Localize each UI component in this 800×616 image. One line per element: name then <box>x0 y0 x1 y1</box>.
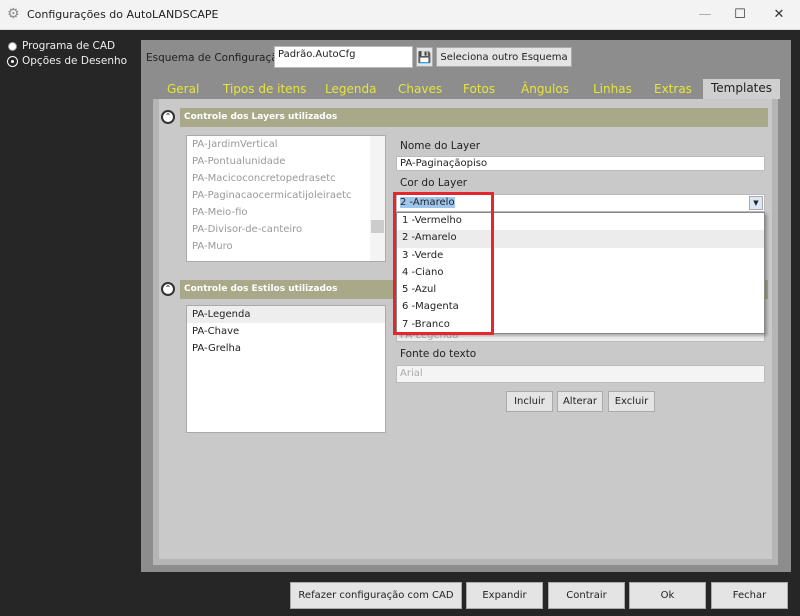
font-label: Fonte do texto <box>400 348 477 360</box>
maximize-button[interactable]: ☐ <box>725 4 755 26</box>
scheme-input[interactable]: Padrão.AutoCfg <box>274 46 413 68</box>
include-button[interactable]: Incluir <box>506 391 553 412</box>
radio-programa-cad[interactable]: Programa de CAD <box>8 40 115 52</box>
tab-geral[interactable]: Geral <box>167 82 199 96</box>
radio-opcoes-desenho[interactable]: Opções de Desenho <box>8 55 127 67</box>
list-item[interactable]: PA-JardimVertical <box>187 136 385 153</box>
tab-extras[interactable]: Extras <box>654 82 692 96</box>
collapse-chevron-icon[interactable]: ⌃ <box>161 110 175 124</box>
highlight-box <box>393 192 494 335</box>
save-icon[interactable]: 💾 <box>416 47 433 67</box>
styles-list[interactable]: PA-Legenda PA-Chave PA-Grelha <box>186 305 386 433</box>
chevron-down-icon[interactable]: ▼ <box>749 196 763 210</box>
list-item[interactable]: PA-Macicoconcretopedrasetc <box>187 170 385 187</box>
radio-label: Programa de CAD <box>22 40 116 52</box>
list-item[interactable]: PA-Muro <box>187 238 385 255</box>
radio-icon[interactable] <box>8 41 17 51</box>
list-item[interactable]: PA-Meio-fio <box>187 204 385 221</box>
list-item[interactable]: PA-Chave <box>187 323 385 340</box>
layers-list[interactable]: PA-JardimVertical PA-Pontualunidade PA-M… <box>186 135 386 262</box>
title-bar: ⚙ Configurações do AutoLANDSCAPE — ☐ ✕ <box>0 0 800 30</box>
list-item[interactable]: PA-Divisor-de-canteiro <box>187 221 385 238</box>
minimize-button[interactable]: — <box>690 4 720 26</box>
redo-config-button[interactable]: Refazer configuração com CAD <box>290 582 462 609</box>
tab-fotos[interactable]: Fotos <box>463 82 495 96</box>
collapse-chevron-icon[interactable]: ⌃ <box>161 282 175 296</box>
list-item[interactable]: PA-Grelha <box>187 340 385 357</box>
layer-name-input[interactable]: PA-Paginaçãopiso <box>396 156 765 171</box>
tab-chaves[interactable]: Chaves <box>398 82 442 96</box>
radio-label: Opções de Desenho <box>22 55 128 67</box>
scrollbar[interactable] <box>370 136 385 261</box>
radio-selected-icon[interactable] <box>8 56 17 66</box>
close-button[interactable]: ✕ <box>764 4 794 26</box>
scrollbar-thumb[interactable] <box>371 220 384 233</box>
list-item[interactable]: PA-Legenda <box>187 306 385 323</box>
tab-legenda[interactable]: Legenda <box>325 82 376 96</box>
list-item[interactable]: PA-Paginacaocermicatijoleiraetc <box>187 187 385 204</box>
list-item[interactable]: PA-Pontualunidade <box>187 153 385 170</box>
tab-templates[interactable]: Templates <box>703 79 781 99</box>
alter-button[interactable]: Alterar <box>557 391 603 412</box>
tab-linhas[interactable]: Linhas <box>593 82 632 96</box>
expand-button[interactable]: Expandir <box>466 582 543 609</box>
gear-icon: ⚙ <box>7 6 20 22</box>
scheme-label: Esquema de Configuração: <box>146 52 288 64</box>
tab-angulos[interactable]: Ângulos <box>521 82 569 96</box>
font-combobox[interactable]: Arial <box>396 365 765 383</box>
layers-section-header: Controle dos Layers utilizados <box>180 108 768 127</box>
ok-button[interactable]: Ok <box>629 582 706 609</box>
close-footer-button[interactable]: Fechar <box>711 582 788 609</box>
window-title: Configurações do AutoLANDSCAPE <box>27 8 219 21</box>
collapse-button[interactable]: Contrair <box>548 582 625 609</box>
delete-button[interactable]: Excluir <box>608 391 655 412</box>
layer-name-label: Nome do Layer <box>400 140 481 152</box>
select-scheme-button[interactable]: Seleciona outro Esquema <box>436 47 572 67</box>
layer-color-label: Cor do Layer <box>400 177 468 189</box>
tab-tipos-de-itens[interactable]: Tipos de itens <box>223 82 306 96</box>
